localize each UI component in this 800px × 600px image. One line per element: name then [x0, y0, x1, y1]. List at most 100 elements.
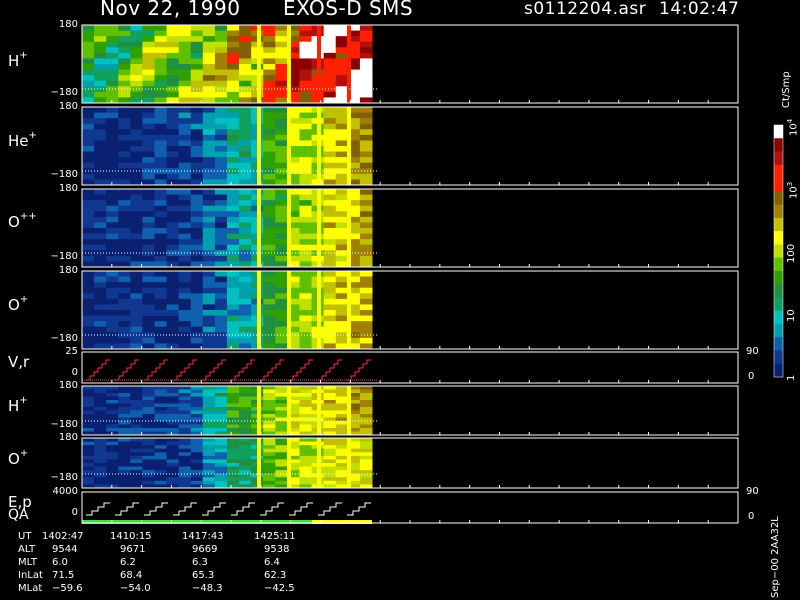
spectrogram-cell — [94, 146, 107, 153]
spectrogram-cell — [82, 194, 95, 201]
y-tick-top: 25 — [65, 346, 78, 357]
spectrogram-cell — [154, 326, 168, 333]
spectrogram-cell — [239, 473, 252, 478]
intensity-streak — [287, 107, 291, 185]
right-tick-top: 90 — [746, 346, 759, 357]
y-tick-top: 180 — [58, 19, 78, 30]
spectrogram-cell — [106, 424, 119, 429]
colorbar-swatch — [774, 297, 783, 312]
spectrogram-cell — [154, 271, 168, 278]
spectrogram-cell — [202, 321, 216, 328]
spectrogram-cell — [94, 441, 107, 446]
spectrogram-cell — [275, 173, 288, 180]
spectrogram-cell — [323, 64, 337, 71]
spectrogram-cell — [118, 173, 131, 180]
spectrogram-cell — [239, 310, 252, 317]
spectrogram-cell — [106, 233, 119, 240]
spectrogram-cell — [154, 310, 168, 317]
y-tick-bottom: −180 — [50, 169, 78, 180]
spectrogram-cell — [275, 393, 288, 397]
spectrogram-cell — [166, 112, 180, 119]
footer-value: 62.3 — [264, 570, 287, 581]
spectrogram-cell — [323, 129, 337, 136]
spectrogram-cell — [299, 448, 313, 453]
spectrogram-cell — [227, 173, 240, 180]
spectrogram-cell — [299, 36, 313, 43]
y-tick-bottom: −180 — [50, 333, 78, 344]
spectrogram-cell — [202, 293, 216, 300]
spectrogram-cell — [106, 477, 119, 482]
footer-row-label: MLat — [18, 583, 43, 594]
spectrogram-cell — [94, 228, 107, 235]
spectrogram-cell — [190, 282, 204, 289]
spectrogram-cell — [82, 428, 95, 432]
spectrogram-cell — [275, 134, 288, 141]
spectrogram-cell — [299, 157, 313, 164]
colorbar-swatch — [774, 310, 783, 325]
spectrogram-cell — [202, 403, 216, 408]
spectrogram-cell — [130, 403, 143, 408]
spectrogram-cell — [239, 173, 252, 180]
spectrogram-cell — [263, 58, 276, 65]
spectrogram-cell — [166, 75, 180, 82]
spectrogram-cell — [335, 244, 349, 251]
spectrogram-cell — [190, 452, 204, 457]
spectrogram-cell — [190, 222, 204, 229]
spectrogram-cell — [142, 310, 155, 317]
spectrogram-cell — [118, 64, 131, 71]
spectrogram-cell — [275, 282, 288, 289]
spectrogram-cell — [178, 216, 192, 223]
spectrogram-cell — [106, 41, 119, 48]
spectrogram-cell — [239, 417, 252, 422]
spectrogram-cell — [190, 134, 204, 141]
spectrogram-cell — [275, 157, 288, 164]
spectrogram-cell — [239, 477, 252, 482]
spectrogram-cell — [166, 480, 180, 485]
spectrogram-cell — [106, 393, 119, 397]
spectrogram-cell — [214, 25, 228, 32]
spectrogram-cell — [275, 403, 288, 408]
spectrogram-cell — [178, 211, 192, 218]
spectrogram-cell — [166, 337, 180, 344]
spectrogram-cell — [323, 146, 337, 153]
spectrogram-cell — [94, 293, 107, 300]
spectrogram-cell — [239, 86, 252, 93]
spectrogram-cell — [227, 428, 240, 432]
spectrogram-cell — [166, 80, 180, 87]
spectrogram-cell — [178, 91, 192, 98]
spectrogram-cell — [106, 407, 119, 411]
spectrogram-cell — [154, 222, 168, 229]
footer-row-label: UT — [18, 531, 32, 542]
spectrogram-cell — [227, 410, 240, 415]
spectrogram-cell — [190, 393, 204, 397]
spectrogram-cell — [190, 310, 204, 317]
spectrogram-cell — [130, 52, 143, 59]
footer-value: 6.2 — [120, 557, 136, 568]
spectrogram-cell — [94, 118, 107, 125]
spectrogram-cell — [335, 41, 349, 48]
spectrogram-cell — [130, 276, 143, 283]
spectrogram-cell — [202, 448, 216, 453]
spectrogram-cell — [275, 69, 288, 76]
spectrogram-cell — [106, 410, 119, 415]
spectrogram-cell — [359, 403, 373, 408]
spectrogram-cell — [106, 403, 119, 408]
spectrogram-cell — [154, 107, 168, 114]
spectrogram-cell — [82, 157, 95, 164]
spectrogram-cell — [130, 41, 143, 48]
spectrogram-cell — [154, 293, 168, 300]
spectrogram-cell — [106, 304, 119, 311]
spectrogram-cell — [154, 455, 168, 460]
spectrogram-cell — [178, 463, 192, 468]
spectrogram-cell — [118, 255, 131, 262]
spectrogram-cell — [82, 36, 95, 43]
spectrogram-cell — [94, 463, 107, 468]
spectrogram-cell — [299, 140, 313, 147]
spectrogram-cell — [106, 315, 119, 322]
spectrogram-cell — [335, 477, 349, 482]
spectrogram-cell — [118, 25, 131, 32]
spectrogram-cell — [275, 466, 288, 471]
intensity-streak — [347, 25, 351, 103]
spectrogram-cell — [118, 438, 131, 443]
spectrogram-cell — [335, 276, 349, 283]
